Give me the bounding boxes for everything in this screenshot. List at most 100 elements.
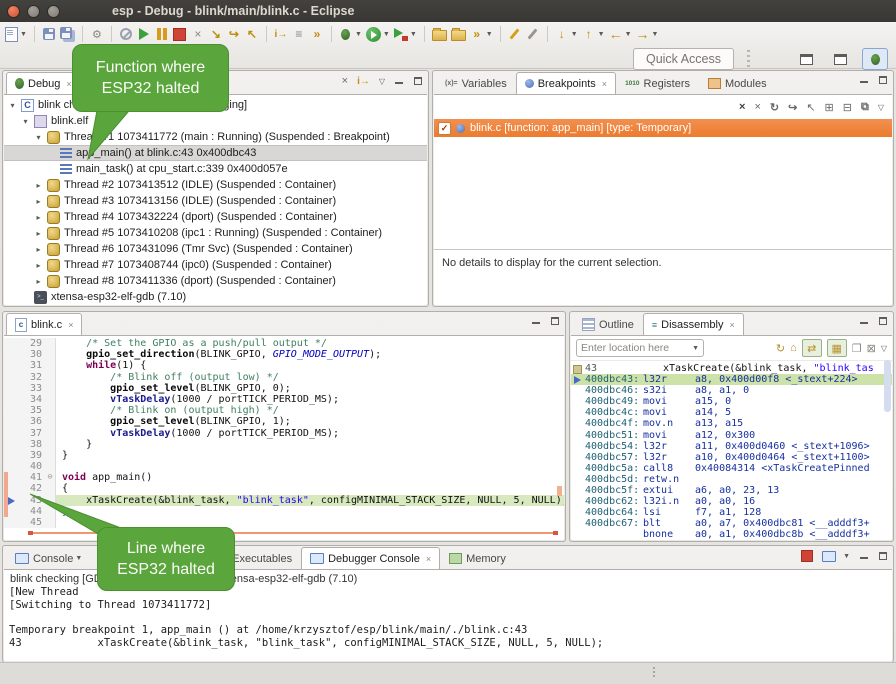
- expand-all-icon[interactable]: ⊞: [825, 101, 834, 114]
- instruction-stepping-icon[interactable]: i→: [274, 26, 288, 42]
- refresh-icon[interactable]: ↻: [776, 342, 785, 355]
- fold-collapse-icon[interactable]: ⊖: [45, 472, 56, 483]
- open-resource-icon[interactable]: [451, 26, 466, 42]
- code-line-31[interactable]: 31 while(1) {: [4, 360, 564, 371]
- location-input[interactable]: Enter location here ▼: [576, 339, 704, 357]
- use-step-filters-icon[interactable]: »: [310, 26, 324, 42]
- display-console-dropdown-icon[interactable]: ▼: [843, 553, 850, 560]
- remove-all-terminated-icon[interactable]: ×: [342, 75, 348, 87]
- save-all-icon[interactable]: [60, 26, 75, 42]
- sash-handle[interactable]: [653, 667, 655, 669]
- expander-open-icon[interactable]: ▾: [34, 133, 43, 142]
- close-icon[interactable]: ×: [602, 79, 607, 89]
- code-line-29[interactable]: 29 /* Set the GPIO as a push/pull output…: [4, 338, 564, 349]
- step-return-icon[interactable]: ↖: [245, 26, 259, 42]
- tab-variables[interactable]: (x)= Variables: [436, 72, 516, 94]
- close-icon[interactable]: ×: [729, 320, 734, 330]
- code-line-41[interactable]: 41⊖void app_main(): [4, 472, 564, 483]
- open-perspective-icon[interactable]: [794, 49, 818, 69]
- disasm-instruction-row[interactable]: 400dbc51:movia12, 0x300: [571, 430, 892, 441]
- window-close-button[interactable]: [7, 5, 20, 18]
- code-line-37[interactable]: 37 vTaskDelay(1000 / portTICK_PERIOD_MS)…: [4, 428, 564, 439]
- terminate-icon[interactable]: [173, 26, 187, 42]
- remove-breakpoint-icon[interactable]: ×: [739, 101, 745, 113]
- go-to-last-edit-dropdown-icon[interactable]: ▼: [598, 31, 605, 38]
- tab-memory[interactable]: Memory: [440, 547, 515, 569]
- maximize-icon[interactable]: [878, 316, 888, 326]
- window-minimize-button[interactable]: [27, 5, 40, 18]
- code-line-39[interactable]: 39}: [4, 450, 564, 461]
- show-execution-icon[interactable]: ≡: [292, 26, 306, 42]
- breakpoint-row[interactable]: ✓ blink.c [function: app_main] [type: Te…: [434, 119, 892, 137]
- breakpoint-marker[interactable]: [4, 495, 18, 506]
- debug-dropdown-icon[interactable]: ▼: [355, 31, 362, 38]
- expander-closed-icon[interactable]: ▸: [34, 229, 43, 238]
- show-supported-breakpoints-icon[interactable]: ↻: [770, 101, 779, 114]
- minimize-icon[interactable]: [394, 76, 404, 86]
- disasm-instruction-row[interactable]: 400dbc46:s32ia8, a1, 0: [571, 385, 892, 396]
- highlight-icon[interactable]: [508, 26, 522, 42]
- tab-modules[interactable]: Modules: [699, 72, 776, 94]
- tab-disassembly[interactable]: ≡ Disassembly ×: [643, 313, 744, 335]
- maximize-icon[interactable]: [878, 75, 888, 85]
- tab-console[interactable]: Console ▼: [6, 547, 91, 569]
- debug-tree-row[interactable]: app_main() at blink.c:43 0x400dbc43: [4, 145, 427, 161]
- disasm-instruction-row[interactable]: 400dbc62:l32i.na0, a0, 16: [571, 496, 892, 507]
- expander-closed-icon[interactable]: ▸: [34, 197, 43, 206]
- tab-outline[interactable]: Outline: [573, 313, 643, 335]
- debug-tree-row[interactable]: ▸Thread #7 1073408744 (ipc0) (Suspended …: [4, 257, 427, 273]
- disasm-source-row[interactable]: 43xTaskCreate(&blink_task, "blink_tas: [571, 363, 892, 374]
- instruction-stepping-mode-icon[interactable]: i→: [357, 76, 370, 87]
- expander-closed-icon[interactable]: ▸: [34, 277, 43, 286]
- expander-closed-icon[interactable]: ▸: [34, 261, 43, 270]
- console-output[interactable]: [New Thread[Switching to Thread 10734117…: [4, 586, 892, 650]
- cpp-perspective-icon[interactable]: [828, 49, 852, 69]
- disasm-instruction-row[interactable]: 400dbc43:l32ra8, 0x400d00f8 <_stext+224>: [571, 374, 892, 385]
- run-dropdown-icon[interactable]: ▼: [383, 31, 390, 38]
- debug-tree-row[interactable]: main_task() at cpu_start.c:339 0x400d057…: [4, 161, 427, 177]
- show-source-icon[interactable]: ▦: [827, 339, 847, 357]
- window-maximize-button[interactable]: [47, 5, 60, 18]
- minimize-icon[interactable]: [859, 316, 869, 326]
- new-wizard-icon[interactable]: [4, 26, 18, 42]
- new-wizard-dropdown-icon[interactable]: ▼: [20, 31, 27, 38]
- resume-icon[interactable]: [137, 26, 151, 42]
- disasm-instruction-row[interactable]: 400dbc64:lsif7, a1, 128: [571, 507, 892, 518]
- disasm-instruction-row[interactable]: 400dbc5d:retw.n: [571, 474, 892, 485]
- code-line-36[interactable]: 36 gpio_set_level(BLINK_GPIO, 1);: [4, 416, 564, 427]
- forward-dropdown-icon[interactable]: ▼: [652, 31, 659, 38]
- tab-breakpoints[interactable]: Breakpoints ×: [516, 72, 616, 94]
- code-line-30[interactable]: 30 gpio_set_direction(BLINK_GPIO, GPIO_M…: [4, 349, 564, 360]
- terminate-icon[interactable]: [801, 550, 813, 562]
- console-dropdown-icon[interactable]: ▼: [75, 555, 82, 562]
- disasm-instruction-row[interactable]: bnonea0, a1, 0x400dbc8b <__adddf3+: [571, 529, 892, 540]
- debug-tree-row[interactable]: ▾blink.elf: [4, 113, 427, 129]
- minimize-icon[interactable]: [531, 316, 541, 326]
- remove-all-breakpoints-icon[interactable]: ×: [754, 101, 760, 113]
- expander-open-icon[interactable]: ▾: [8, 101, 17, 110]
- minimize-icon[interactable]: [859, 75, 869, 85]
- expander-closed-icon[interactable]: ▸: [34, 213, 43, 222]
- back-dropdown-icon[interactable]: ▼: [625, 31, 632, 38]
- suspend-icon[interactable]: [155, 26, 169, 42]
- view-menu-icon[interactable]: ▽: [379, 77, 385, 86]
- toolbar-sash[interactable]: [747, 50, 750, 68]
- tab-debugger-console[interactable]: Debugger Console ×: [301, 547, 440, 569]
- last-edit-dropdown-icon[interactable]: ▼: [571, 31, 578, 38]
- debug-icon[interactable]: [339, 26, 353, 42]
- disasm-instruction-row[interactable]: 400dbc4c:movia14, 5: [571, 407, 892, 418]
- go-to-file-icon[interactable]: ↪: [788, 101, 797, 114]
- mark-occurrences-icon[interactable]: [526, 26, 540, 42]
- disasm-instruction-row[interactable]: 400dbc54:l32ra11, 0x400d0460 <_stext+109…: [571, 441, 892, 452]
- code-line-38[interactable]: 38 }: [4, 439, 564, 450]
- view-menu-icon[interactable]: ▽: [878, 103, 884, 112]
- disasm-instruction-row[interactable]: 400dbc67:blta0, a7, 0x400dbc81 <__adddf3…: [571, 518, 892, 529]
- link-with-debug-icon[interactable]: ⧉: [861, 101, 869, 114]
- debug-tree-row[interactable]: ▸Thread #5 1073410208 (ipc1 : Running) (…: [4, 225, 427, 241]
- disasm-instruction-row[interactable]: 400dbc49:movia15, 0: [571, 396, 892, 407]
- open-new-view-icon[interactable]: ❐: [852, 342, 862, 355]
- maximize-icon[interactable]: [878, 551, 888, 561]
- disassembly-lines[interactable]: 43xTaskCreate(&blink_task, "blink_tas400…: [571, 361, 892, 540]
- debug-tree-row[interactable]: >_xtensa-esp32-elf-gdb (7.10): [4, 289, 427, 305]
- maximize-icon[interactable]: [550, 316, 560, 326]
